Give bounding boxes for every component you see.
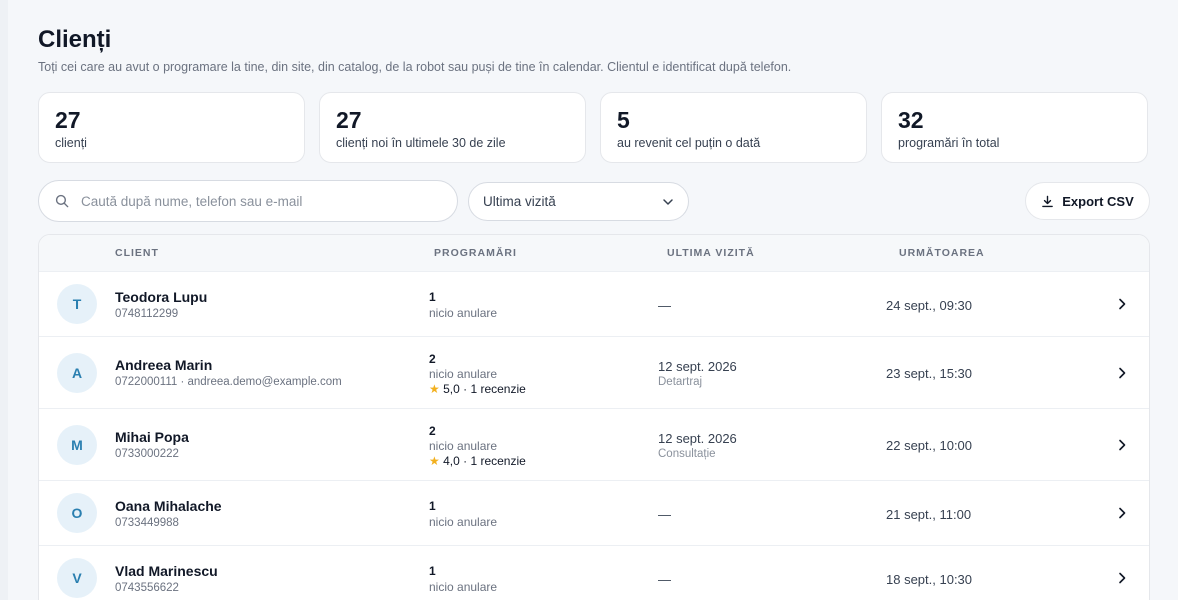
last-visit: 12 sept. 2026: [658, 359, 737, 374]
review-text: 4,0 · 1 recenzie: [443, 454, 526, 468]
next-appointment: 21 sept., 11:00: [886, 507, 972, 522]
appointments-count: 1: [429, 290, 436, 304]
sort-select-value: Ultima vizită: [483, 194, 556, 209]
stat-card-new-clients: 27 clienți noi în ultimele 30 de zile: [319, 92, 586, 163]
search-icon: [55, 194, 69, 208]
download-icon: [1042, 195, 1054, 207]
table-row[interactable]: A Andreea Marin 0722000111 · andreea.dem…: [39, 337, 1149, 409]
cancellations: nicio anulare: [429, 439, 498, 453]
avatar: O: [57, 493, 97, 533]
stat-card-appointments: 32 programări în total: [881, 92, 1148, 163]
stat-label: programări în total: [898, 136, 1000, 150]
page-subtitle: Toți cei care au avut o programare la ti…: [38, 60, 792, 74]
column-header-next[interactable]: URMĂTOAREA: [899, 247, 985, 259]
sort-select[interactable]: Ultima vizită: [468, 182, 689, 221]
last-visit: —: [658, 507, 671, 522]
chevron-right-icon[interactable]: [1115, 571, 1129, 585]
table-row[interactable]: T Teodora Lupu 0748112299 1 nicio anular…: [39, 272, 1149, 337]
next-appointment: 22 sept., 10:00: [886, 438, 973, 453]
cancellations: nicio anulare: [429, 306, 498, 320]
chevron-down-icon: [663, 198, 673, 205]
review-summary: ★ 5,0 · 1 recenzie: [429, 382, 526, 396]
chevron-right-icon[interactable]: [1115, 438, 1129, 452]
appointments-count: 1: [429, 499, 436, 513]
page-title: Clienți: [38, 26, 112, 53]
stat-value: 5: [617, 107, 630, 133]
client-contact: 0733000222: [115, 448, 179, 460]
client-name: Vlad Marinescu: [115, 563, 218, 579]
export-csv-label: Export CSV: [1062, 193, 1134, 209]
appointments-count: 2: [429, 352, 436, 366]
last-visit: —: [658, 572, 671, 587]
client-name: Teodora Lupu: [115, 289, 208, 305]
last-visit: —: [658, 298, 671, 313]
avatar: A: [57, 353, 97, 393]
search-input[interactable]: [79, 192, 443, 210]
table-header: CLIENT PROGRAMĂRI ULTIMA VIZITĂ URMĂTOAR…: [39, 235, 1149, 272]
stat-card-clients: 27 clienți: [38, 92, 305, 163]
client-contact: 0748112299: [115, 308, 179, 320]
last-visit-service: Consultație: [658, 448, 716, 460]
stat-label: clienți noi în ultimele 30 de zile: [336, 136, 506, 150]
chevron-right-icon[interactable]: [1115, 297, 1129, 311]
column-header-last-visit[interactable]: ULTIMA VIZITĂ: [667, 247, 755, 259]
stats-row: 27 clienți 27 clienți noi în ultimele 30…: [38, 92, 1148, 163]
table-row[interactable]: V Vlad Marinescu 0743556622 1 nicio anul…: [39, 546, 1149, 600]
star-icon: ★: [429, 382, 440, 396]
appointments-count: 1: [429, 564, 436, 578]
stat-value: 27: [55, 107, 81, 133]
avatar: V: [57, 558, 97, 598]
export-csv-button[interactable]: Export CSV: [1025, 182, 1150, 220]
stat-label: clienți: [55, 136, 87, 150]
avatar: T: [57, 284, 97, 324]
cancellations: nicio anulare: [429, 367, 498, 381]
client-contact: 0743556622: [115, 582, 179, 594]
stat-value: 27: [336, 107, 362, 133]
column-header-client[interactable]: CLIENT: [115, 247, 159, 259]
review-text: 5,0 · 1 recenzie: [443, 382, 526, 396]
client-name: Oana Mihalache: [115, 498, 222, 514]
search-box[interactable]: [38, 180, 458, 222]
appointments-count: 2: [429, 424, 436, 438]
chevron-right-icon[interactable]: [1115, 506, 1129, 520]
clients-table: CLIENT PROGRAMĂRI ULTIMA VIZITĂ URMĂTOAR…: [38, 234, 1150, 600]
next-appointment: 23 sept., 15:30: [886, 366, 973, 381]
clients-page: Clienți Toți cei care au avut o programa…: [8, 0, 1178, 600]
cancellations: nicio anulare: [429, 515, 498, 529]
star-icon: ★: [429, 454, 440, 468]
column-header-appointments[interactable]: PROGRAMĂRI: [434, 247, 517, 259]
chevron-right-icon[interactable]: [1115, 366, 1129, 380]
client-name: Mihai Popa: [115, 429, 189, 445]
review-summary: ★ 4,0 · 1 recenzie: [429, 454, 526, 468]
avatar: M: [57, 425, 97, 465]
next-appointment: 18 sept., 10:30: [886, 572, 973, 587]
stat-value: 32: [898, 107, 924, 133]
cancellations: nicio anulare: [429, 580, 498, 594]
stat-label: au revenit cel puțin o dată: [617, 136, 761, 150]
last-visit: 12 sept. 2026: [658, 431, 737, 446]
client-contact: 0733449988: [115, 517, 179, 529]
client-name: Andreea Marin: [115, 357, 213, 373]
stat-card-returning: 5 au revenit cel puțin o dată: [600, 92, 867, 163]
next-appointment: 24 sept., 09:30: [886, 298, 973, 313]
client-contact: 0722000111 · andreea.demo@example.com: [115, 376, 342, 388]
table-row[interactable]: O Oana Mihalache 0733449988 1 nicio anul…: [39, 481, 1149, 546]
table-row[interactable]: M Mihai Popa 0733000222 2 nicio anulare …: [39, 409, 1149, 481]
last-visit-service: Detartraj: [658, 376, 703, 388]
